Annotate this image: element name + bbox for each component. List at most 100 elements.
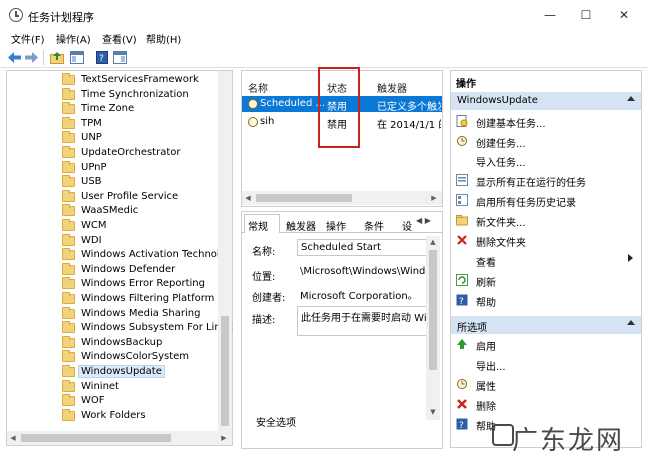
action-item[interactable]: 新文件夹... [476,214,526,229]
enable-history-icon [456,194,468,206]
maximize-button[interactable]: ☐ [568,4,604,26]
folder-icon [62,262,75,275]
tree-vertical-scrollbar[interactable] [218,71,232,431]
action-item[interactable]: 启用所有任务历史记录 [476,194,576,209]
action-item[interactable]: 查看 [476,254,496,269]
tree-horizontal-scrollbar[interactable]: ◀ ▶ [7,431,232,445]
tree-item-label: UPnP [81,161,107,173]
action-item[interactable]: 创建基本任务... [476,115,546,130]
tree-item-label: Wininet [81,380,119,392]
tab-scroll-arrows[interactable]: ◀ ▶ [416,216,442,230]
tab-actions[interactable]: 操作 [326,218,346,233]
description-field[interactable]: 此任务用于在需要时启动 Wi [297,306,427,336]
folder-icon [62,306,75,319]
details-vertical-scrollbar[interactable]: ▲ ▼ [426,236,440,420]
tree-item-label: Windows Error Reporting [81,278,205,290]
tree-horizontal-scroll-thumb[interactable] [21,434,171,442]
show-action-pane-icon[interactable] [113,51,127,64]
menu-view[interactable]: 查看(V) [102,31,137,46]
name-field[interactable]: Scheduled Start [297,239,427,256]
folder-icon [62,131,75,144]
tree-vertical-scroll-thumb[interactable] [221,316,229,426]
menu-action[interactable]: 操作(A) [56,31,91,46]
tree-item-label: USB [81,176,102,188]
show-hide-console-tree-icon[interactable] [70,51,84,64]
folder-icon [62,335,75,348]
enable-up-arrow-icon [457,339,467,349]
action-item[interactable]: 创建任务... [476,135,526,150]
column-header-trigger[interactable]: 触发器 [377,80,407,95]
tree-item-label: WOF [81,395,105,407]
scroll-down-arrow-icon[interactable]: ▼ [429,408,437,416]
action-item[interactable]: 刷新 [476,274,496,289]
tab-conditions[interactable]: 条件 [364,218,384,233]
task-trigger: 在 2014/1/1 的 [377,120,441,131]
action-item[interactable]: 帮助 [476,294,496,309]
selected-action-item[interactable]: 启用 [476,338,496,353]
collapse-chevron-icon[interactable] [627,96,635,101]
collapse-chevron-icon[interactable] [627,320,635,325]
tab-settings[interactable]: 设 [402,218,412,233]
task-clock-icon [248,99,258,109]
forward-arrow-icon[interactable] [25,52,38,63]
task-list-scroll-thumb[interactable] [256,194,352,202]
folder-icon [62,73,75,85]
folder-up-icon[interactable] [50,51,64,64]
tree-item-label: WDI [81,234,102,246]
actions-section-selected-item[interactable]: 所选项 [451,316,641,334]
minimize-button[interactable]: — [532,4,568,26]
folder-icon [62,102,75,115]
action-item[interactable]: 删除文件夹 [476,234,526,249]
watermark-text: 广东龙网 [512,426,625,456]
tab-general[interactable]: 常规 [248,218,268,233]
scroll-up-arrow-icon[interactable]: ▲ [429,238,437,246]
menu-file[interactable]: 文件(F) [11,31,45,46]
tree-item-label: Time Synchronization [81,88,189,100]
selected-action-item[interactable]: 删除 [476,398,496,413]
description-label: 描述: [252,315,276,326]
action-item[interactable]: 导入任务... [476,154,526,169]
task-list-horizontal-scrollbar[interactable]: ◀ ▶ [242,191,442,205]
selected-action-item[interactable]: 导出... [476,358,506,373]
tab-triggers[interactable]: 触发器 [286,218,316,233]
actions-section-windowsupdate[interactable]: WindowsUpdate [451,92,641,110]
menu-help[interactable]: 帮助(H) [146,31,181,46]
folder-icon [62,350,75,363]
folder-icon [62,146,75,158]
scroll-left-arrow-icon[interactable]: ◀ [244,194,252,202]
properties-clock-icon [457,379,467,389]
tree-item-label: WindowsColorSystem [81,351,190,363]
folder-icon [62,292,75,304]
author-value: Microsoft Corporation。 [300,291,418,302]
name-label: 名称: [252,247,276,258]
scroll-right-arrow-icon[interactable]: ▶ [430,194,438,202]
svg-text:?: ? [99,54,104,64]
folder-icon [62,394,75,407]
new-folder-icon [456,215,468,226]
running-tasks-icon [456,174,468,186]
back-arrow-icon[interactable] [8,52,21,63]
scroll-left-arrow-icon[interactable]: ◀ [9,434,17,442]
tree-item-label: TextServicesFramework [81,74,199,85]
close-button[interactable]: ✕ [606,4,642,26]
selected-action-item[interactable]: 属性 [476,378,496,393]
scroll-right-arrow-icon[interactable]: ▶ [220,434,228,442]
folder-icon [62,204,75,217]
window-title: 任务计划程序 [28,11,94,24]
view-submenu-arrow-icon[interactable] [628,254,633,262]
actions-pane-title: 操作 [456,79,476,90]
column-header-name[interactable]: 名称 [248,80,268,95]
tree-item-label: Windows Defender [81,263,176,275]
details-vertical-scroll-thumb[interactable] [429,250,437,370]
action-item[interactable]: 显示所有正在运行的任务 [476,174,586,189]
folder-icon [62,116,75,129]
svg-text:?: ? [459,421,464,430]
author-label: 创建者: [252,293,286,304]
tree-item-label: Windows Filtering Platform [81,293,215,304]
help-book-icon[interactable]: ? [96,51,108,64]
tree-item-label: Windows Media Sharing [81,307,201,319]
folder-icon [62,233,75,246]
tree-item-label: UpdateOrchestrator [81,147,181,158]
menu-bar [0,30,648,46]
delete-folder-icon [457,235,467,245]
